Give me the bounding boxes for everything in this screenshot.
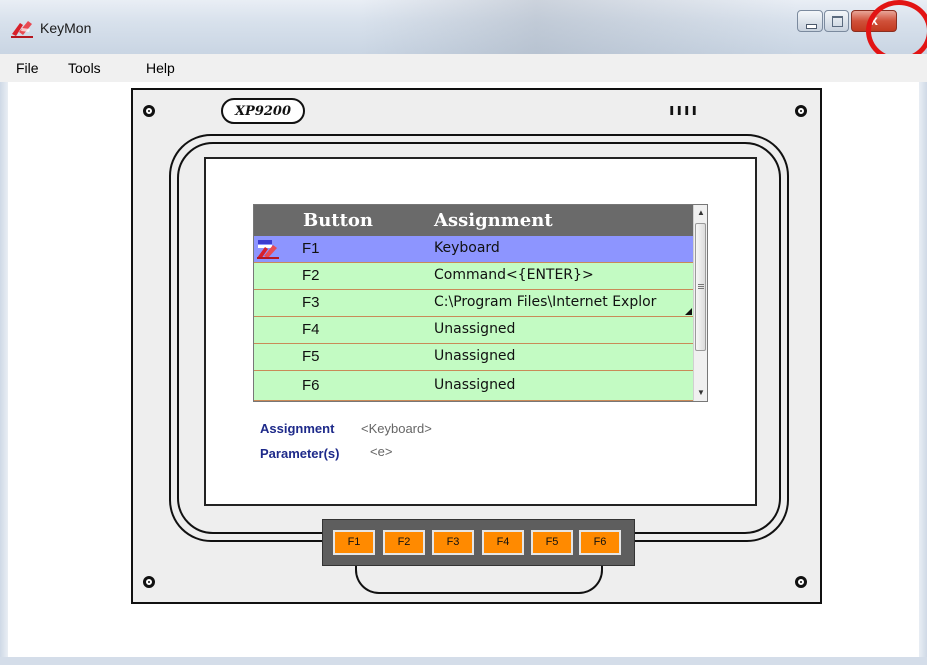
table-row[interactable]: F4 Unassigned xyxy=(254,317,693,344)
parameters-label: Parameter(s) xyxy=(260,446,340,461)
table-row[interactable]: F3 C:\Program Files\Internet Explor xyxy=(254,290,693,317)
table-row[interactable]: F2 Command<{ENTER}> xyxy=(254,263,693,290)
window-border-bottom xyxy=(0,657,927,665)
status-led-icons: ıııı xyxy=(669,100,699,119)
cell-overflow-marker-icon xyxy=(685,308,692,315)
row-assignment-value: Unassigned xyxy=(434,377,516,393)
menu-tools[interactable]: Tools xyxy=(68,60,101,76)
row-button-label: F6 xyxy=(302,377,320,394)
screw-bottom-left xyxy=(143,576,155,588)
maximize-button[interactable] xyxy=(824,10,849,32)
row-button-label: F1 xyxy=(302,240,320,257)
function-key-f3[interactable]: F3 xyxy=(432,530,474,555)
device-stand xyxy=(355,566,603,594)
row-assignment-value: Keyboard xyxy=(434,240,500,256)
keymon-window: KeyMon x File Tools Help XP9200 ıııı But… xyxy=(0,0,927,665)
row-assignment-value: Command<{ENTER}> xyxy=(434,267,594,283)
screw-top-right xyxy=(795,105,807,117)
function-key-f6[interactable]: F6 xyxy=(579,530,621,555)
scroll-down-arrow-icon[interactable]: ▼ xyxy=(694,385,708,401)
screw-top-left xyxy=(143,105,155,117)
table-row[interactable]: F6 Unassigned xyxy=(254,371,693,401)
close-highlight-circle xyxy=(866,0,927,62)
window-border-right xyxy=(919,82,927,665)
title-bar[interactable]: KeyMon x xyxy=(0,0,927,62)
function-key-f4[interactable]: F4 xyxy=(482,530,524,555)
row-assignment-value: C:\Program Files\Internet Explor xyxy=(434,294,657,310)
row-button-label: F5 xyxy=(302,348,320,365)
screw-bottom-right xyxy=(795,576,807,588)
scroll-up-arrow-icon[interactable]: ▲ xyxy=(694,205,708,221)
keymon-app-icon xyxy=(11,21,33,38)
scrollbar-grip-icon xyxy=(698,284,704,285)
function-key-f1[interactable]: F1 xyxy=(333,530,375,555)
row-button-label: F4 xyxy=(302,321,320,338)
menu-file[interactable]: File xyxy=(16,60,39,76)
assignment-label: Assignment xyxy=(260,421,335,436)
keyboard-assignment-icon xyxy=(257,240,279,259)
device-panel: XP9200 ıııı Button Assignment F1 Keyboar… xyxy=(131,88,822,604)
window-border-left xyxy=(0,82,8,665)
column-header-assignment: Assignment xyxy=(434,210,553,231)
function-keypad: F1 F2 F3 F4 F5 F6 xyxy=(322,519,635,566)
minimize-button[interactable] xyxy=(797,10,823,32)
title-bar-glass xyxy=(360,0,800,54)
table-row[interactable]: F5 Unassigned xyxy=(254,344,693,371)
table-scrollbar[interactable]: ▲ ▼ xyxy=(693,205,707,401)
function-key-f2[interactable]: F2 xyxy=(383,530,425,555)
row-assignment-value: Unassigned xyxy=(434,348,516,364)
menu-help[interactable]: Help xyxy=(146,60,175,76)
scrollbar-thumb[interactable] xyxy=(695,223,706,351)
row-button-label: F2 xyxy=(302,267,320,284)
row-assignment-value: Unassigned xyxy=(434,321,516,337)
menu-bar: File Tools Help xyxy=(0,54,927,82)
window-title: KeyMon xyxy=(40,20,92,36)
function-key-f5[interactable]: F5 xyxy=(531,530,573,555)
device-logo: XP9200 xyxy=(221,98,305,124)
column-header-button: Button xyxy=(303,210,374,231)
parameters-value: <e> xyxy=(370,444,393,459)
table-row[interactable]: F1 Keyboard xyxy=(254,236,693,263)
assignment-value: <Keyboard> xyxy=(361,421,432,436)
row-button-label: F3 xyxy=(302,294,320,311)
assignment-table: Button Assignment F1 Keyboard F2 Command… xyxy=(253,204,708,402)
table-header: Button Assignment xyxy=(254,205,693,236)
